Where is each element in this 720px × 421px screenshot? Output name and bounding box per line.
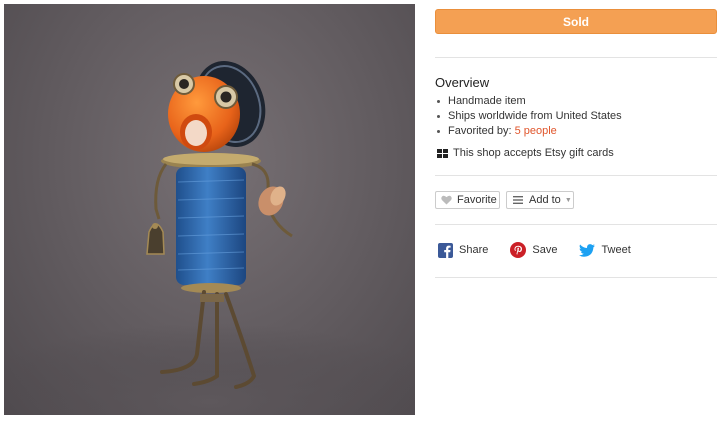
product-photo[interactable] [4, 4, 415, 415]
assemblage-robot-sculpture-image [4, 61, 415, 415]
share-row: Share Save Tweet [438, 242, 653, 258]
bullet-icon [437, 115, 440, 118]
facebook-icon [438, 242, 453, 258]
bullet-icon [437, 130, 440, 133]
divider [435, 277, 717, 278]
favorited-by-link[interactable]: 5 people [515, 124, 557, 139]
sold-button[interactable]: Sold [435, 9, 717, 34]
overview-list: Handmade item Ships worldwide from Unite… [437, 94, 622, 139]
gift-card-icon [437, 148, 448, 158]
favorite-button-label: Favorite [457, 194, 497, 206]
favorite-button[interactable]: Favorite [435, 191, 500, 209]
list-menu-icon [513, 196, 523, 204]
divider [435, 57, 717, 58]
twitter-tweet-label: Tweet [601, 244, 631, 256]
add-to-button[interactable]: Add to ▼ [506, 191, 574, 209]
divider [435, 224, 717, 225]
pinterest-save-button[interactable]: Save [510, 242, 557, 258]
pinterest-save-label: Save [532, 244, 558, 256]
overview-item-shipping: Ships worldwide from United States [448, 110, 622, 122]
divider [435, 175, 717, 176]
facebook-share-label: Share [459, 244, 489, 256]
add-to-button-label: Add to [529, 194, 561, 206]
list-item: Handmade item [437, 94, 622, 109]
twitter-icon [579, 243, 596, 257]
pinterest-icon [510, 242, 527, 258]
twitter-tweet-button[interactable]: Tweet [579, 243, 631, 257]
overview-item-handmade: Handmade item [448, 95, 526, 107]
bullet-icon [437, 100, 440, 103]
heart-icon [441, 195, 452, 205]
facebook-share-button[interactable]: Share [438, 242, 489, 258]
gift-card-text: This shop accepts Etsy gift cards [453, 147, 614, 159]
overview-heading: Overview [435, 75, 490, 90]
favorited-by-label: Favorited by: [448, 125, 512, 137]
gift-card-note: This shop accepts Etsy gift cards [437, 147, 614, 159]
list-item: Ships worldwide from United States [437, 109, 622, 124]
list-item: Favorited by: 5 people [437, 124, 622, 139]
chevron-down-icon: ▼ [564, 196, 572, 204]
